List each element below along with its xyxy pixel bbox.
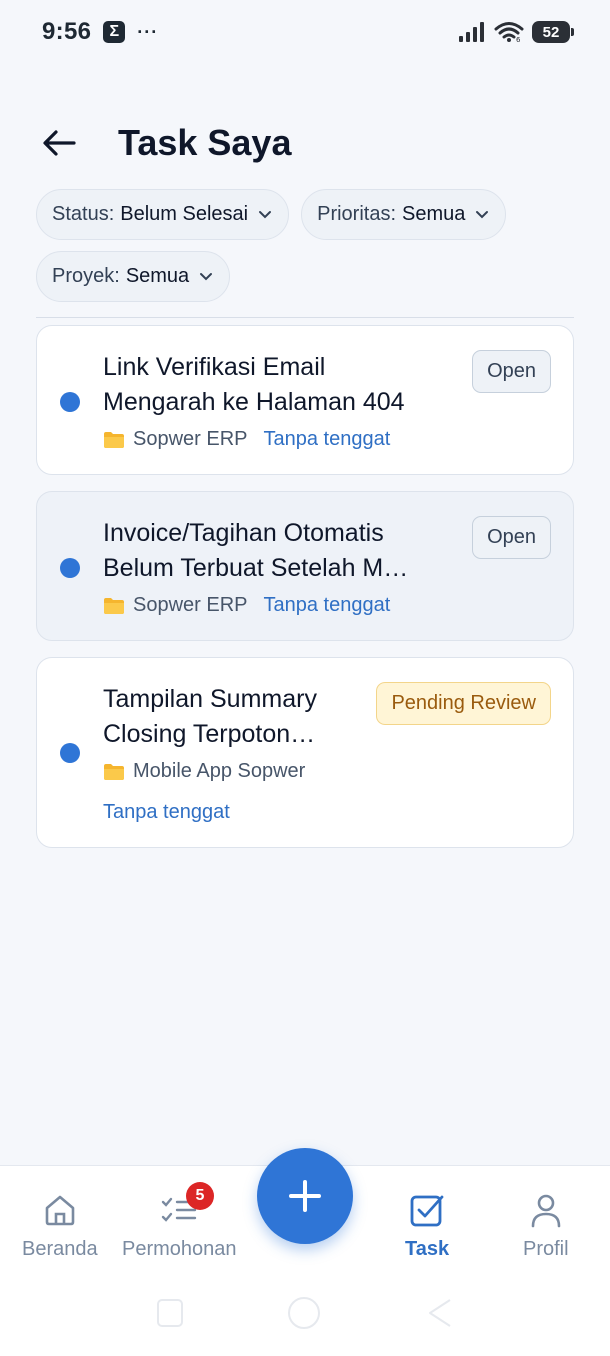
filter-label: Status: — [52, 203, 115, 225]
app-notification-icon: Σ — [103, 21, 126, 43]
chevron-down-icon — [199, 272, 213, 282]
folder-icon — [103, 431, 125, 449]
notification-count-badge: 5 — [186, 1182, 214, 1210]
priority-dot — [60, 558, 80, 578]
status-bar: 9:56 Σ ··· 6 52 — [0, 0, 610, 64]
arrow-left-icon — [43, 130, 76, 156]
user-icon — [530, 1190, 562, 1230]
task-project: Sopwer ERP — [133, 594, 248, 616]
home-icon — [43, 1190, 77, 1230]
add-task-button[interactable] — [257, 1148, 353, 1244]
filter-status[interactable]: Status: Belum Selesai — [36, 189, 290, 240]
plus-icon — [289, 1180, 321, 1212]
nav-label: Permohonan — [122, 1238, 237, 1260]
page-title: Task Saya — [118, 122, 292, 163]
status-bar-right: 6 52 — [458, 21, 574, 43]
folder-icon — [103, 597, 125, 615]
filter-value: Semua — [125, 265, 190, 287]
task-card[interactable]: Invoice/Tagihan Otomatis Belum Terbuat S… — [36, 491, 574, 641]
signal-icon — [459, 22, 484, 42]
recent-apps-icon[interactable] — [156, 1298, 184, 1328]
priority-dot — [60, 392, 80, 412]
status-bar-left: 9:56 Σ ··· — [42, 18, 158, 46]
task-project: Sopwer ERP — [133, 428, 248, 450]
task-title: Invoice/Tagihan Otomatis Belum Terbuat S… — [103, 519, 409, 582]
nav-task[interactable]: Task — [405, 1190, 449, 1261]
more-notifications-icon: ··· — [137, 21, 159, 42]
clock: 9:56 — [42, 18, 92, 45]
filter-value: Semua — [402, 203, 466, 225]
status-badge: Open — [472, 516, 551, 559]
nav-permohonan[interactable]: 5 Permohonan — [122, 1182, 237, 1261]
task-project: Mobile App Sopwer — [133, 760, 306, 782]
chevron-down-icon — [258, 210, 272, 220]
priority-dot — [60, 743, 80, 763]
task-deadline: Tanpa tenggat — [263, 428, 391, 450]
nav-label: Beranda — [22, 1238, 98, 1260]
folder-icon — [103, 763, 125, 781]
task-deadline: Tanpa tenggat — [263, 594, 391, 616]
filter-value: Belum Selesai — [120, 203, 249, 225]
nav-label: Task — [405, 1238, 450, 1260]
nav-profil[interactable]: Profil — [523, 1190, 569, 1261]
filter-priority[interactable]: Prioritas: Semua — [301, 189, 507, 240]
page-header: Task Saya — [42, 118, 291, 168]
battery-icon: 52 — [532, 21, 574, 43]
task-meta: Mobile App Sopwer — [103, 760, 305, 783]
filter-label: Proyek: — [52, 265, 120, 287]
task-title: Link Verifikasi Email Mengarah ke Halama… — [103, 353, 405, 416]
task-list: Link Verifikasi Email Mengarah ke Halama… — [36, 325, 574, 864]
status-badge: Open — [472, 350, 551, 393]
back-button[interactable] — [42, 118, 86, 168]
svg-text:6: 6 — [516, 36, 521, 43]
task-meta: Sopwer ERP Tanpa tenggat — [103, 428, 390, 451]
home-button-icon[interactable] — [287, 1296, 321, 1330]
task-meta: Sopwer ERP Tanpa tenggat — [103, 594, 390, 617]
task-check-icon — [409, 1190, 445, 1230]
filter-project[interactable]: Proyek: Semua — [36, 251, 231, 302]
wifi-icon: 6 — [494, 22, 524, 43]
system-navigation-bar — [0, 1270, 610, 1356]
filter-bar: Status: Belum Selesai Prioritas: Semua P… — [36, 189, 576, 302]
task-deadline: Tanpa tenggat — [103, 801, 230, 823]
task-title: Tampilan Summary Closing Terpoton… — [103, 685, 317, 748]
nav-label: Profil — [523, 1238, 569, 1260]
task-card[interactable]: Link Verifikasi Email Mengarah ke Halama… — [36, 325, 574, 475]
nav-beranda[interactable]: Beranda — [22, 1190, 98, 1261]
divider — [36, 317, 574, 318]
chevron-down-icon — [475, 210, 489, 220]
back-system-icon[interactable] — [426, 1298, 454, 1328]
task-card[interactable]: Tampilan Summary Closing Terpoton… Mobil… — [36, 657, 574, 848]
status-badge: Pending Review — [376, 682, 551, 725]
filter-label: Prioritas: — [317, 203, 397, 225]
